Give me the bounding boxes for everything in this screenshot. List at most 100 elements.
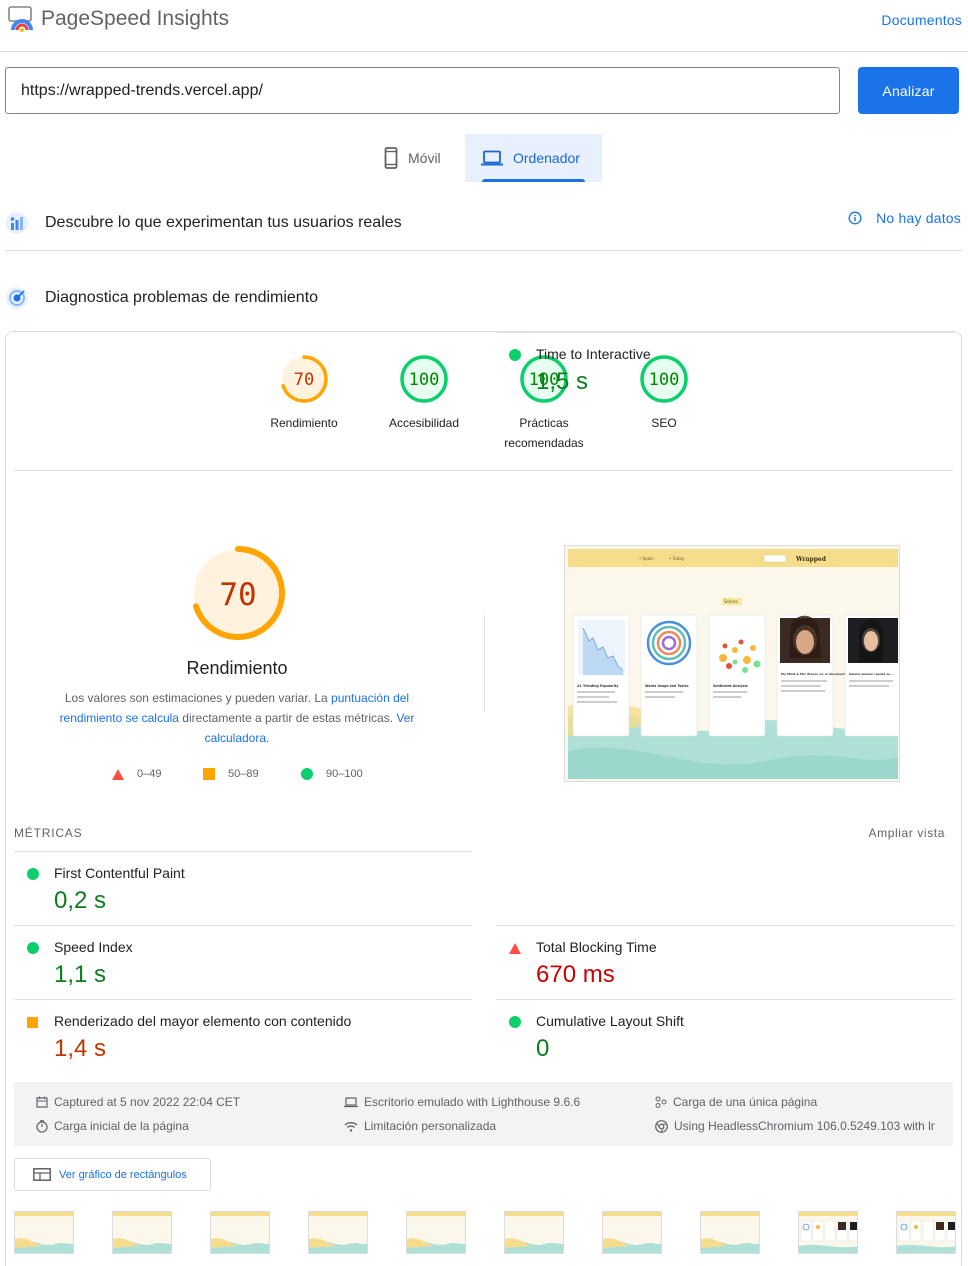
analyze-button[interactable]: Analizar [858, 67, 959, 114]
metric-speed-index-value: 1,1 s [54, 961, 107, 988]
no-data-indicator[interactable]: No hay datos [848, 210, 961, 226]
filmstrip-frame [798, 1211, 858, 1254]
shot-nav-1: • Spain [639, 556, 654, 561]
users-icon [5, 211, 29, 235]
tab-mobile[interactable]: Móvil [368, 134, 465, 182]
shot-card-5: Selena Gomez cuenta su... [849, 672, 894, 676]
gauge-best-practices-label: Prácticas recomendadas [504, 416, 584, 450]
laptop-icon [481, 150, 503, 166]
square-orange-icon [203, 768, 215, 780]
metric-fcp-value: 0,2 s [54, 887, 107, 914]
filmstrip-frame [602, 1211, 662, 1254]
gauges-divider [14, 470, 953, 471]
desc-text-2: directamente a partir de estas métricas. [178, 711, 397, 725]
calendar-icon [36, 1096, 48, 1108]
metric-pass-icon [509, 348, 521, 366]
gauge-accessibility[interactable]: 100 Accesibilidad [376, 354, 472, 433]
smartphone-icon [384, 147, 398, 169]
performance-gauge-large: 70 [190, 545, 286, 641]
metric-pass-icon [27, 941, 39, 959]
legend-fail: 0–49 [112, 768, 161, 780]
lab-data-title: Diagnostica problemas de rendimiento [45, 289, 319, 306]
expand-view-toggle[interactable]: Ampliar vista [869, 826, 945, 840]
treemap-icon [33, 1168, 51, 1181]
metrics-heading: MÉTRICAS [14, 826, 83, 840]
vertical-divider [484, 615, 485, 712]
info-captured-text: Captured at 5 nov 2022 22:04 CET [54, 1095, 241, 1109]
info-throttling-text: Limitación personalizada [364, 1119, 497, 1133]
info-single-page: Carga de una única página [655, 1095, 945, 1109]
tab-desktop[interactable]: Ordenador [465, 134, 602, 182]
shot-card-1: #1 Trending Popularity [577, 684, 619, 688]
info-initial-load-text: Carga inicial de la página [54, 1119, 189, 1133]
performance-description: Los valores son estimaciones y pueden va… [52, 688, 422, 748]
filmstrip-frame [504, 1211, 564, 1254]
view-treemap-label: Ver gráfico de rectángulos [59, 1168, 187, 1181]
filmstrip-frame [112, 1211, 172, 1254]
chrome-icon [655, 1119, 668, 1133]
performance-score-large: 70 [219, 577, 257, 613]
metric-cls[interactable]: Cumulative Layout Shift 0 [496, 999, 954, 1073]
metric-speed-index[interactable]: Speed Index 1,1 s [14, 925, 472, 999]
filmstrip-frame [896, 1211, 956, 1254]
top-bar: PageSpeed Insights Documentos [0, 0, 968, 52]
info-throttling: Limitación personalizada [344, 1119, 496, 1133]
metric-tti[interactable]: Time to Interactive 1,5 s [496, 332, 954, 406]
info-captured: Captured at 5 nov 2022 22:04 CET [36, 1095, 240, 1109]
brand-title: PageSpeed Insights [41, 7, 229, 30]
metric-lcp[interactable]: Renderizado del mayor elemento con conte… [14, 999, 472, 1073]
metric-tbt-name: Total Blocking Time [536, 939, 657, 955]
metric-tti-name: Time to Interactive [536, 346, 651, 362]
info-single-page-text: Carga de una única página [673, 1095, 818, 1109]
legend-pass: 90–100 [301, 768, 363, 780]
filmstrip-frame [210, 1211, 270, 1254]
metric-fail-icon [509, 941, 521, 959]
no-data-label: No hay datos [876, 210, 961, 226]
shot-nav-2: • Today [669, 556, 685, 561]
tab-desktop-label: Ordenador [513, 150, 580, 166]
wifi-icon [344, 1121, 358, 1132]
runtime-settings: Captured at 5 nov 2022 22:04 CET Escrito… [14, 1082, 953, 1146]
url-input[interactable] [5, 67, 840, 114]
lab-data-section: Diagnostica problemas de rendimiento [5, 274, 962, 322]
metric-fcp[interactable]: First Contentful Paint 0,2 s [14, 851, 472, 925]
shot-brand: Wrapped [795, 556, 827, 563]
info-icon [848, 211, 862, 225]
legend-pass-label: 90–100 [326, 768, 363, 780]
metric-fcp-name: First Contentful Paint [54, 865, 185, 881]
filmstrip-frame [700, 1211, 760, 1254]
lighthouse-report: 70 Rendimiento 100 Accesibilidad 100 Prá… [5, 331, 962, 1266]
pagespeed-logo-icon [8, 6, 36, 32]
shot-card-3: Sentiment Analysis [713, 684, 748, 688]
metric-average-icon [27, 1015, 39, 1033]
info-emulation: Escritorio emulado with Lighthouse 9.6.6 [344, 1095, 580, 1109]
field-data-section[interactable]: Descubre lo que experimentan tus usuario… [5, 196, 962, 251]
info-browser: Using HeadlessChromium 106.0.5249.103 wi… [655, 1119, 935, 1133]
info-emulation-text: Escritorio emulado with Lighthouse 9.6.6 [364, 1095, 581, 1109]
info-initial-load: Carga inicial de la página [36, 1119, 189, 1133]
tab-mobile-label: Móvil [408, 150, 441, 166]
shot-chip: Selena [724, 599, 738, 604]
gauge-icon [5, 286, 29, 310]
final-screenshot[interactable]: • Spain • Today Wrapped Selena #1 Trendi… [564, 545, 900, 782]
laptop-icon [344, 1096, 358, 1108]
documentation-link[interactable]: Documentos [881, 12, 962, 28]
triangle-red-icon [112, 768, 124, 780]
metric-speed-index-name: Speed Index [54, 939, 133, 955]
field-data-title: Descubre lo que experimentan tus usuario… [45, 214, 402, 231]
nodes-icon [655, 1096, 667, 1108]
shot-card-2: Words Usage and Topics [645, 684, 689, 688]
metric-cls-value: 0 [536, 1035, 550, 1062]
legend-average-label: 50–89 [228, 768, 259, 780]
metric-pass-icon [509, 1015, 521, 1033]
view-treemap-button[interactable]: Ver gráfico de rectángulos [14, 1158, 211, 1191]
filmstrip [14, 1211, 956, 1255]
gauge-accessibility-label: Accesibilidad [388, 416, 460, 430]
metric-tbt-value: 670 ms [536, 961, 615, 988]
metric-lcp-value: 1,4 s [54, 1035, 107, 1062]
metric-cls-name: Cumulative Layout Shift [536, 1013, 684, 1029]
metric-tbt[interactable]: Total Blocking Time 670 ms [496, 925, 954, 999]
filmstrip-frame [308, 1211, 368, 1254]
gauge-accessibility-score: 100 [408, 370, 440, 390]
gauge-performance[interactable]: 70 Rendimiento [256, 354, 352, 433]
